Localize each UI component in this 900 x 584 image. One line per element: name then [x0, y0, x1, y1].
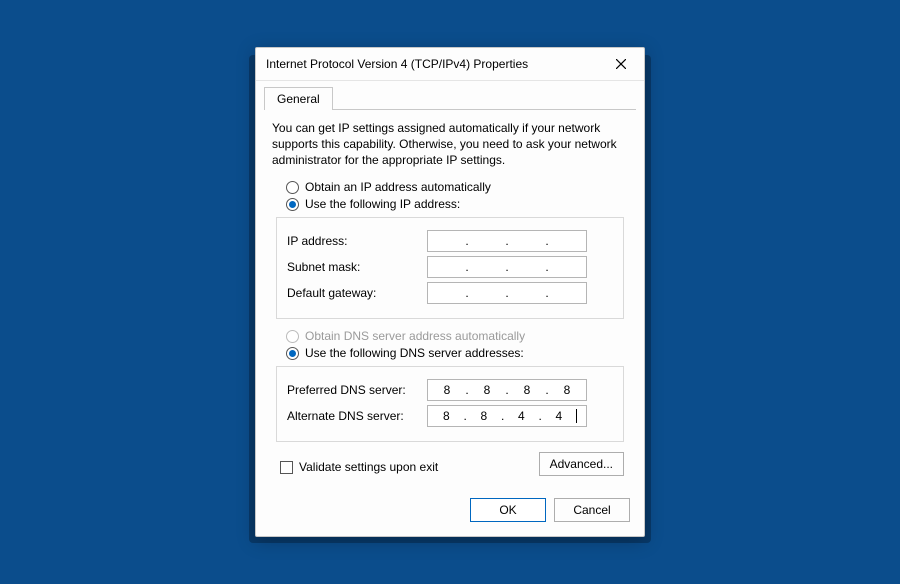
default-gateway-label: Default gateway: — [287, 286, 427, 300]
ok-button[interactable]: OK — [470, 498, 546, 522]
default-gateway-input[interactable]: . . . — [427, 282, 587, 304]
preferred-dns-label: Preferred DNS server: — [287, 383, 427, 397]
radio-icon — [286, 330, 299, 343]
properties-dialog: Internet Protocol Version 4 (TCP/IPv4) P… — [255, 47, 645, 538]
radio-ip-auto[interactable]: Obtain an IP address automatically — [286, 180, 624, 194]
ip-group: IP address: . . . Subnet mask: . . . D — [276, 217, 624, 319]
ip-address-label: IP address: — [287, 234, 427, 248]
preferred-dns-input[interactable]: 8. 8. 8. 8 — [427, 379, 587, 401]
radio-label: Obtain DNS server address automatically — [305, 329, 525, 343]
radio-dns-auto: Obtain DNS server address automatically — [286, 329, 624, 343]
ip-address-input[interactable]: . . . — [427, 230, 587, 252]
advanced-button[interactable]: Advanced... — [539, 452, 624, 476]
info-text: You can get IP settings assigned automat… — [272, 120, 628, 169]
validate-checkbox-row[interactable]: Validate settings upon exit — [280, 460, 438, 474]
window-title: Internet Protocol Version 4 (TCP/IPv4) P… — [266, 57, 608, 71]
checkbox-icon — [280, 461, 293, 474]
alternate-dns-input[interactable]: 8. 8. 4. 4 — [427, 405, 587, 427]
radio-label: Use the following IP address: — [305, 197, 460, 211]
cancel-button[interactable]: Cancel — [554, 498, 630, 522]
text-cursor — [576, 409, 577, 423]
radio-label: Obtain an IP address automatically — [305, 180, 491, 194]
dialog-body: You can get IP settings assigned automat… — [256, 110, 644, 489]
radio-label: Use the following DNS server addresses: — [305, 346, 524, 360]
tab-general[interactable]: General — [264, 87, 333, 110]
dns-group: Preferred DNS server: 8. 8. 8. 8 Alterna… — [276, 366, 624, 442]
titlebar: Internet Protocol Version 4 (TCP/IPv4) P… — [256, 48, 644, 81]
subnet-mask-label: Subnet mask: — [287, 260, 427, 274]
dialog-buttons: OK Cancel — [256, 488, 644, 536]
tabs: General — [264, 87, 636, 110]
radio-ip-manual[interactable]: Use the following IP address: — [286, 197, 624, 211]
close-button[interactable] — [608, 54, 634, 74]
radio-dns-manual[interactable]: Use the following DNS server addresses: — [286, 346, 624, 360]
close-icon — [616, 59, 626, 69]
alternate-dns-label: Alternate DNS server: — [287, 409, 427, 423]
radio-icon — [286, 347, 299, 360]
subnet-mask-input[interactable]: . . . — [427, 256, 587, 278]
radio-icon — [286, 181, 299, 194]
validate-label: Validate settings upon exit — [299, 460, 438, 474]
radio-icon — [286, 198, 299, 211]
